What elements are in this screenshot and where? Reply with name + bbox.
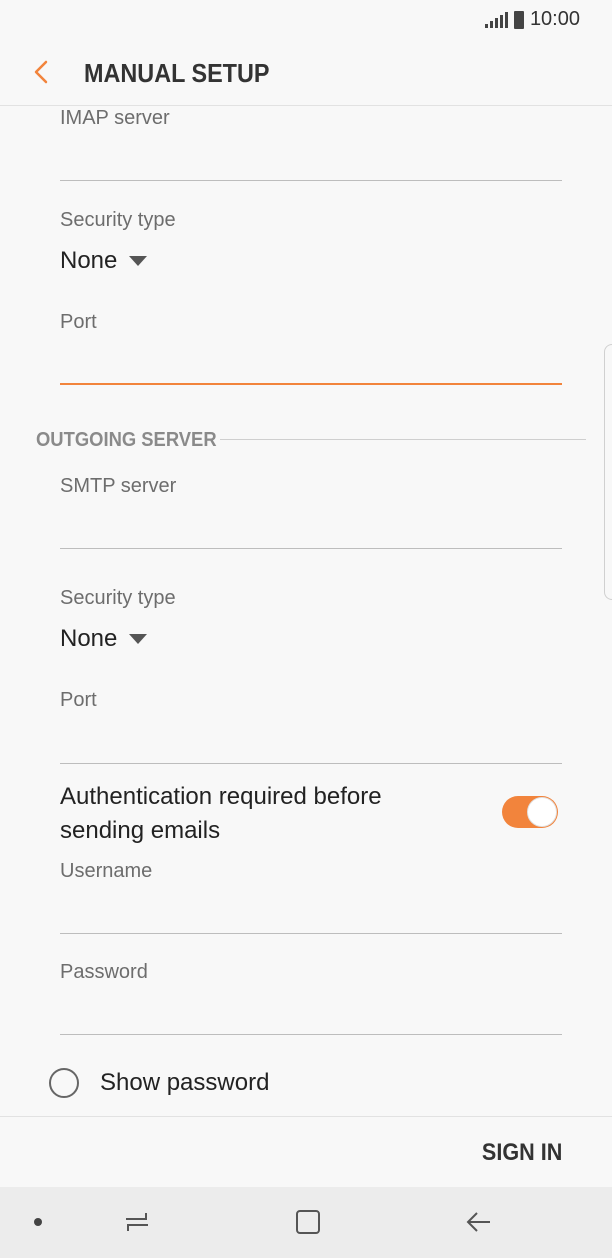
imap-server-input[interactable]	[60, 180, 562, 181]
outgoing-port-label: Port	[60, 689, 97, 711]
status-time: 10:00	[529, 8, 580, 30]
dropdown-arrow-icon	[129, 256, 148, 266]
outgoing-security-type-label: Security type	[60, 587, 176, 609]
show-password-checkbox[interactable]	[49, 1068, 79, 1098]
incoming-security-type-dropdown[interactable]: None	[60, 247, 148, 275]
signal-icon	[484, 11, 508, 28]
incoming-port-label: Port	[60, 311, 97, 333]
bottom-action-bar: SIGN IN	[0, 1116, 612, 1186]
imap-server-label: IMAP server	[60, 107, 170, 129]
authentication-label: Authentication required before sending e…	[60, 783, 382, 844]
incoming-security-type-label: Security type	[60, 209, 176, 231]
show-password-label[interactable]: Show password	[100, 1069, 269, 1097]
nav-dot-icon[interactable]	[34, 1218, 42, 1226]
outgoing-server-heading: OUTGOING SERVER	[36, 429, 217, 451]
status-bar: 10:00	[0, 0, 612, 40]
home-icon[interactable]	[293, 1207, 323, 1237]
outgoing-security-type-value: None	[60, 625, 118, 652]
smtp-server-label: SMTP server	[60, 475, 177, 497]
navigation-bar	[0, 1187, 612, 1258]
back-arrow-icon	[34, 60, 48, 84]
recent-apps-icon[interactable]	[122, 1207, 152, 1237]
back-icon[interactable]	[464, 1207, 494, 1237]
incoming-security-type-value: None	[60, 247, 118, 274]
password-input[interactable]	[60, 1034, 562, 1035]
password-label: Password	[60, 961, 148, 983]
toggle-knob	[527, 797, 557, 827]
username-label: Username	[60, 860, 153, 882]
sign-in-button[interactable]: SIGN IN	[482, 1139, 562, 1167]
authentication-toggle[interactable]	[502, 796, 558, 828]
battery-icon	[513, 10, 524, 29]
dropdown-arrow-icon	[129, 634, 148, 644]
app-bar: MANUAL SETUP	[0, 40, 612, 106]
status-indicators: 10:00	[484, 8, 580, 31]
incoming-port-input[interactable]	[60, 383, 562, 385]
outgoing-port-input[interactable]	[60, 763, 562, 764]
section-divider	[220, 439, 586, 440]
username-input[interactable]	[60, 933, 562, 934]
outgoing-security-type-dropdown[interactable]: None	[60, 625, 148, 653]
edge-panel-handle[interactable]	[604, 344, 612, 600]
page-title: MANUAL SETUP	[84, 58, 270, 88]
smtp-server-input[interactable]	[60, 548, 562, 549]
back-button[interactable]	[28, 54, 58, 90]
